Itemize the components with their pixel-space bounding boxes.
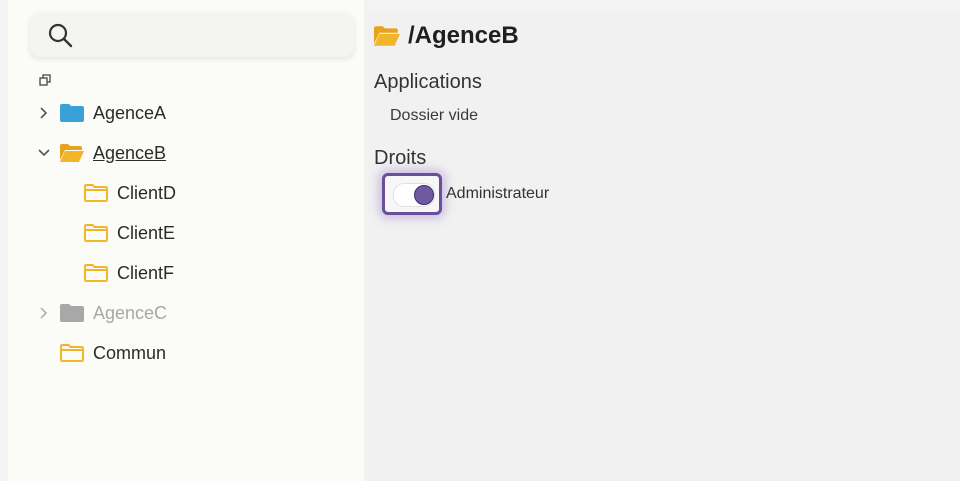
toggle-track[interactable]	[393, 183, 435, 207]
folder-icon	[60, 104, 84, 122]
tree-item-label: Commun	[93, 342, 167, 363]
collapse-all-icon[interactable]	[39, 74, 51, 86]
tree-item-agenceb[interactable]: AgenceB	[36, 138, 166, 168]
tree-item-label: AgenceA	[93, 102, 167, 123]
folder-open-icon	[374, 26, 400, 46]
applications-empty-text: Dossier vide	[390, 107, 479, 124]
tree-item-label: ClientD	[117, 182, 177, 203]
folder-outline-icon	[60, 344, 84, 362]
tree-item-label: AgenceB	[93, 142, 167, 163]
tree-item-label: AgenceC	[93, 302, 168, 323]
admin-toggle-label: Administrateur	[446, 185, 550, 202]
search-input[interactable]	[82, 21, 336, 51]
folder-path-header: /AgenceB	[374, 22, 519, 50]
folder-icon	[60, 304, 84, 322]
folder-open-icon	[60, 144, 84, 162]
tree-item-clientd[interactable]: ClientD	[84, 178, 176, 208]
tree-item-label: ClientF	[117, 262, 175, 283]
search-box[interactable]	[30, 13, 354, 57]
main-panel: /AgenceB Applications Dossier vide Droit…	[368, 13, 960, 481]
search-icon	[48, 23, 73, 48]
rights-title: Droits	[374, 147, 427, 169]
tree-item-clientf[interactable]: ClientF	[84, 258, 174, 288]
chevron-down-icon[interactable]	[36, 145, 52, 161]
tree-item-agencec[interactable]: AgenceC	[36, 298, 167, 328]
tree-item-label: ClientE	[117, 222, 176, 243]
tree-item-agencea[interactable]: AgenceA	[36, 98, 166, 128]
admin-toggle[interactable]	[382, 173, 442, 215]
chevron-right-icon[interactable]	[36, 105, 52, 121]
folder-path: /AgenceB	[408, 22, 519, 49]
toggle-knob[interactable]	[414, 185, 434, 205]
applications-title: Applications	[374, 71, 482, 93]
tree-item-cliente[interactable]: ClientE	[84, 218, 175, 248]
folder-outline-icon	[84, 264, 108, 282]
folder-outline-icon	[84, 224, 108, 242]
folder-outline-icon	[84, 184, 108, 202]
chevron-right-icon[interactable]	[36, 305, 52, 321]
tree-item-commun[interactable]: Commun	[60, 338, 166, 368]
sidebar: AgenceA AgenceB ClientD ClientE ClientF	[8, 0, 364, 481]
